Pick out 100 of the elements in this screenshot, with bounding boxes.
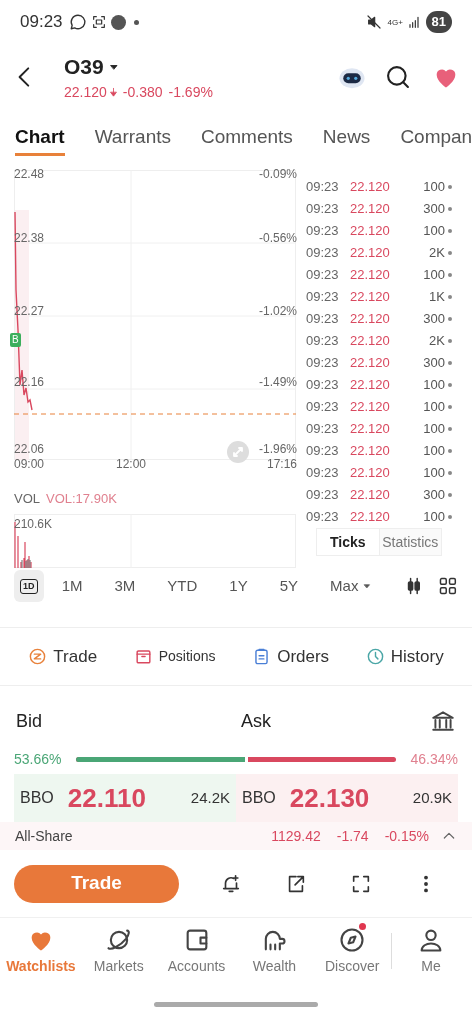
buy-marker: B [10, 333, 21, 347]
index-value: 1129.42 [271, 826, 321, 846]
tick-volume: 2K [428, 332, 445, 351]
axis-label: -0.09% [258, 168, 297, 180]
volume-value: VOL:17.90K [46, 492, 117, 505]
mute-icon [365, 14, 382, 30]
period-tab[interactable]: 1D [14, 570, 44, 602]
tick-price: 22.120 [350, 200, 391, 219]
axis-label: 09:00 [14, 458, 45, 470]
tab[interactable]: Comments [201, 122, 293, 156]
axis-label: -0.56% [258, 232, 297, 244]
stock-price: 22.120 [64, 83, 107, 103]
axis-label: -1.96% [258, 443, 297, 455]
tick-volume: 100 [422, 376, 445, 395]
nav-tab[interactable]: Accounts [157, 925, 236, 977]
volume-label: VOL [14, 492, 40, 505]
ask-size: 20.9K [412, 787, 452, 808]
bbo-label: BBO [242, 788, 276, 808]
tick-volume: 100 [422, 178, 445, 197]
tick-price: 22.120 [350, 332, 391, 351]
action-button[interactable]: Trade [28, 643, 98, 670]
tick-time: 09:23 [306, 222, 340, 241]
bid-price: 22.110 [67, 781, 146, 815]
tick-time: 09:23 [306, 178, 340, 197]
bid-label: Bid [16, 709, 43, 733]
tab[interactable]: Warrants [94, 122, 171, 156]
period-tab[interactable]: YTD [167, 570, 198, 602]
tick-price: 22.120 [350, 508, 391, 527]
tab[interactable]: Compan [400, 122, 472, 156]
axis-label: 17:16 [266, 458, 297, 470]
grid-icon[interactable] [438, 576, 458, 596]
tick-volume: 100 [422, 398, 445, 417]
tick-price: 22.120 [350, 398, 391, 417]
bbo-label: BBO [20, 788, 54, 808]
tick-volume: 100 [422, 442, 445, 461]
tick-volume: 300 [422, 354, 445, 373]
action-button[interactable]: Orders [252, 643, 330, 670]
tick-price: 22.120 [350, 420, 391, 439]
tick-time: 09:23 [306, 508, 340, 527]
action-button[interactable]: History [365, 643, 444, 670]
period-tab[interactable]: 3M [114, 570, 136, 602]
tick-volume: 1K [428, 288, 445, 307]
bid-size: 24.2K [190, 787, 230, 808]
tick-time: 09:23 [306, 332, 340, 351]
nav-tab[interactable]: Me [392, 925, 470, 977]
ask-price: 22.130 [289, 781, 370, 815]
tab[interactable]: News [322, 122, 371, 156]
price-change: -0.380 [122, 83, 163, 103]
tick-volume: 100 [422, 222, 445, 241]
trade-icon [28, 647, 48, 666]
tick-volume: 100 [422, 266, 445, 285]
battery-level: 81 [425, 11, 452, 33]
tick-price: 22.120 [350, 244, 391, 263]
tick-price: 22.120 [350, 222, 391, 241]
tick-time: 09:23 [306, 442, 340, 461]
tick-volume: 300 [422, 486, 445, 505]
tick-time: 09:23 [306, 464, 340, 483]
nav-tab[interactable]: Markets [79, 925, 158, 977]
tick-price: 22.120 [350, 178, 391, 197]
stock-symbol[interactable]: O39 [64, 50, 104, 83]
period-tab[interactable]: 1Y [229, 570, 248, 602]
tab[interactable]: Chart [15, 122, 65, 156]
status-time: 09:23 [20, 11, 63, 34]
action-button[interactable]: Positions [133, 646, 216, 667]
search-icon[interactable] [384, 63, 412, 91]
percent-change: -1.69% [168, 83, 213, 103]
period-tab[interactable]: 1M [61, 570, 83, 602]
index-name: All-Share [15, 826, 74, 846]
tick-price: 22.120 [350, 288, 391, 307]
tick-price: 22.120 [350, 354, 391, 373]
tick-price: 22.120 [350, 464, 391, 483]
tick-time: 09:23 [306, 266, 340, 285]
tick-volume: 2K [428, 244, 445, 263]
tick-time: 09:23 [306, 376, 340, 395]
ask-label: Ask [241, 709, 272, 733]
positions-icon [133, 647, 153, 666]
screenshot-icon [90, 14, 107, 30]
tick-time: 09:23 [306, 288, 340, 307]
period-tab[interactable]: 5Y [279, 570, 299, 602]
tick-time: 09:23 [306, 244, 340, 263]
chat-icon [68, 13, 87, 31]
axis-label: 210.6K [14, 518, 53, 530]
tick-volume: 100 [422, 508, 445, 527]
ticks-tab[interactable]: Statistics [378, 529, 441, 555]
nav-tab[interactable]: Wealth [235, 925, 314, 977]
nav-tab[interactable]: Discover [313, 925, 392, 977]
bid-percent: 53.66% [14, 749, 63, 769]
app-icon [110, 14, 126, 30]
tick-volume: 100 [422, 464, 445, 483]
history-icon [365, 647, 385, 666]
period-tab[interactable]: Max [330, 570, 373, 602]
tick-time: 09:23 [306, 420, 340, 439]
tick-time: 09:23 [306, 200, 340, 219]
tick-time: 09:23 [306, 486, 340, 505]
bank-icon[interactable] [430, 708, 456, 734]
axis-label: -1.02% [258, 305, 297, 317]
down-arrow-icon [107, 86, 119, 100]
index-change: -1.74 [336, 826, 369, 846]
axis-label: 22.48 [14, 168, 45, 180]
tick-price: 22.120 [350, 442, 391, 461]
